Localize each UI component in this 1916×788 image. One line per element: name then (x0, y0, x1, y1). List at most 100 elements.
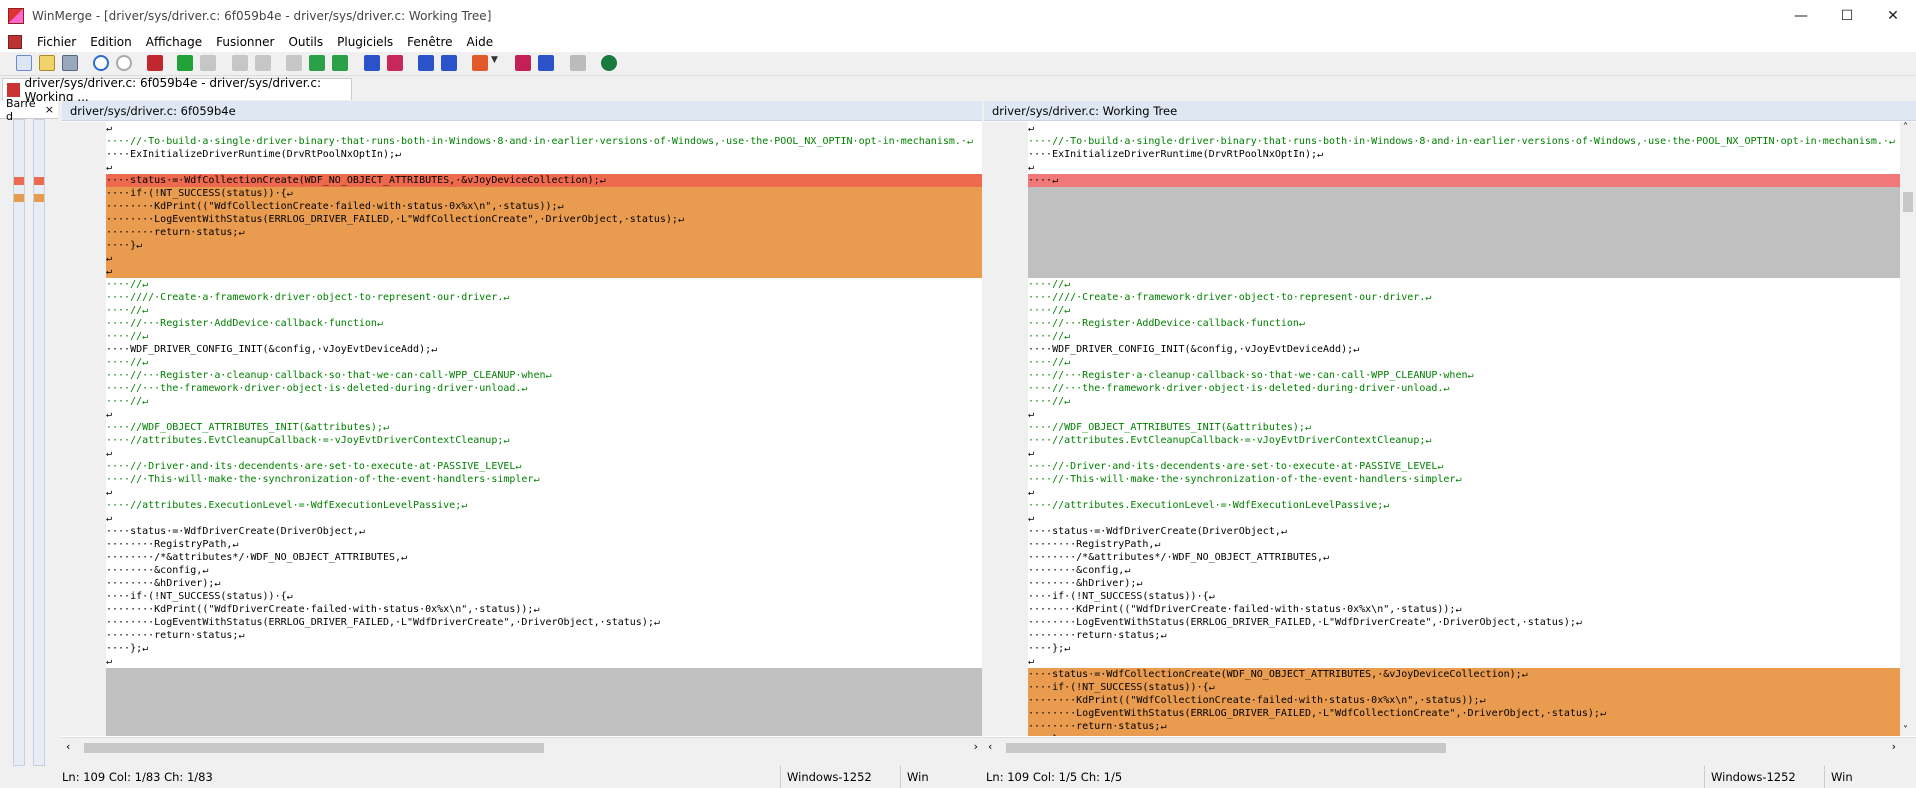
prev-conflict-icon[interactable] (332, 55, 348, 71)
menu-plugiciels[interactable]: Plugiciels (330, 35, 400, 49)
left-code-line[interactable]: 131····//·Driver·and·its·decendents·are·… (106, 460, 982, 473)
tab-driver-compare[interactable]: driver/sys/driver.c: 6f059b4e - driver/s… (2, 76, 352, 104)
left-code-line[interactable]: 142········KdPrint(("WdfDriverCreate·fai… (106, 603, 982, 616)
redo-icon[interactable] (116, 55, 132, 71)
left-code-line[interactable]: 127↵ (106, 408, 982, 421)
left-horizontal-scrollbar[interactable]: ‹ › (62, 737, 982, 757)
left-code-line[interactable]: 134····//attributes.ExecutionLevel·=·Wdf… (106, 499, 982, 512)
scroll-up-icon[interactable]: ˄ (1903, 122, 1908, 133)
left-code-line[interactable] (106, 707, 982, 720)
right-code-line[interactable]: 135········KdPrint(("WdfDriverCreate·fai… (1028, 603, 1900, 616)
last-diff-icon[interactable] (286, 55, 302, 71)
right-code-line[interactable]: 136········LogEventWithStatus(ERRLOG_DRI… (1028, 616, 1900, 629)
right-code-line[interactable]: 129····status·=·WdfDriverCreate(DriverOb… (1028, 525, 1900, 538)
right-code-line[interactable]: 137········return·status;↵ (1028, 629, 1900, 642)
left-code-line[interactable]: 136····status·=·WdfDriverCreate(DriverOb… (106, 525, 982, 538)
left-code-line[interactable]: 120····//···Register·AddDevice·callback·… (106, 317, 982, 330)
left-code-line[interactable]: 144········return·status;↵ (106, 629, 982, 642)
menu-outils[interactable]: Outils (281, 35, 330, 49)
left-code-line[interactable] (106, 694, 982, 707)
right-code-line[interactable]: 141····if·(!NT_SUCCESS(status))·{↵ (1028, 681, 1900, 694)
all-left-icon[interactable] (515, 55, 531, 71)
right-code-line[interactable] (1028, 226, 1900, 239)
right-code-line[interactable]: 134····if·(!NT_SUCCESS(status))·{↵ (1028, 590, 1900, 603)
winmerge-app-icon[interactable] (8, 8, 24, 24)
save-icon[interactable] (62, 55, 78, 71)
open-icon[interactable] (39, 55, 55, 71)
close-button[interactable]: ✕ (1870, 0, 1916, 32)
left-editor[interactable]: 105↵106····//·To·build·a·single·driver·b… (62, 122, 982, 736)
minimize-button[interactable]: — (1778, 0, 1824, 32)
right-code-line[interactable]: 145····}↵ (1028, 733, 1900, 736)
right-code-line[interactable]: 121····//WDF_OBJECT_ATTRIBUTES_INIT(&att… (1028, 421, 1900, 434)
right-code-line[interactable]: 140····status·=·WdfCollectionCreate(WDF_… (1028, 668, 1900, 681)
right-code-line[interactable] (1028, 187, 1900, 200)
left-code-line[interactable]: 105↵ (106, 122, 982, 135)
scroll-left-icon[interactable]: ‹ (66, 740, 70, 753)
right-code-line[interactable] (1028, 213, 1900, 226)
copy-right-advance-icon[interactable] (418, 55, 434, 71)
left-code-line[interactable]: 125····//···the·framework·driver·object·… (106, 382, 982, 395)
left-code-line[interactable] (106, 668, 982, 681)
right-code-line[interactable]: 110····//↵ (1028, 278, 1900, 291)
right-code-line[interactable]: 130········RegistryPath,↵ (1028, 538, 1900, 551)
copy-left-advance-icon[interactable] (441, 55, 457, 71)
right-code-line[interactable] (1028, 239, 1900, 252)
right-code-line[interactable]: 124····//·Driver·and·its·decendents·are·… (1028, 460, 1900, 473)
left-code-line[interactable]: 118····////·Create·a·framework·driver·ob… (106, 291, 982, 304)
right-code-line[interactable]: 139↵ (1028, 655, 1900, 668)
dropdown-arrow-icon[interactable]: ▼ (491, 55, 499, 71)
scroll-right-icon[interactable]: › (1892, 740, 1896, 753)
left-code-line[interactable]: 126····//↵ (106, 395, 982, 408)
right-code-line[interactable]: 105↵ (1028, 122, 1900, 135)
document-menu-icon[interactable] (8, 35, 22, 49)
left-code-line[interactable]: 139········&config,↵ (106, 564, 982, 577)
undo-icon[interactable] (93, 55, 109, 71)
right-code-line[interactable]: 126↵ (1028, 486, 1900, 499)
right-code-line[interactable]: 133········&hDriver);↵ (1028, 577, 1900, 590)
compare-icon[interactable] (570, 55, 586, 71)
left-code-line[interactable]: 116↵ (106, 265, 982, 278)
left-code-line[interactable]: 132····//·This·will·make·the·synchroniza… (106, 473, 982, 486)
scroll-left-icon[interactable]: ‹ (988, 740, 992, 753)
menu-affichage[interactable]: Affichage (139, 35, 209, 49)
left-code-line[interactable]: 138········/*&attributes*/·WDF_NO_OBJECT… (106, 551, 982, 564)
right-code-line[interactable]: 114····//↵ (1028, 330, 1900, 343)
vertical-scroll-thumb[interactable] (1903, 192, 1913, 212)
next-conflict-icon[interactable] (309, 55, 325, 71)
left-code-line[interactable]: 122····WDF_DRIVER_CONFIG_INIT(&config,·v… (106, 343, 982, 356)
left-code-line[interactable] (106, 720, 982, 733)
menu-fenetre[interactable]: Fenêtre (400, 35, 459, 49)
right-code-line[interactable]: 128↵ (1028, 512, 1900, 525)
maximize-button[interactable]: ☐ (1824, 0, 1870, 32)
right-code-line[interactable]: 127····//attributes.ExecutionLevel·=·Wdf… (1028, 499, 1900, 512)
menu-fusionner[interactable]: Fusionner (209, 35, 281, 49)
left-code-line[interactable]: 141····if·(!NT_SUCCESS(status))·{↵ (106, 590, 982, 603)
right-code-line[interactable]: 125····//·This·will·make·the·synchroniza… (1028, 473, 1900, 486)
right-code-line[interactable]: 131········/*&attributes*/·WDF_NO_OBJECT… (1028, 551, 1900, 564)
left-code-line[interactable]: 115↵ (106, 252, 982, 265)
right-code-area[interactable]: 105↵106····//·To·build·a·single·driver·b… (1028, 122, 1900, 736)
right-editor[interactable]: 105↵106····//·To·build·a·single·driver·b… (984, 122, 1900, 736)
left-code-line[interactable]: 107····ExInitializeDriverRuntime(DrvRtPo… (106, 148, 982, 161)
left-code-line[interactable]: 143········LogEventWithStatus(ERRLOG_DRI… (106, 616, 982, 629)
options-icon[interactable] (147, 55, 163, 71)
right-code-line[interactable] (1028, 252, 1900, 265)
right-code-line[interactable]: 144········return·status;↵ (1028, 720, 1900, 733)
left-code-line[interactable]: 133↵ (106, 486, 982, 499)
left-code-line[interactable]: 140········&hDriver);↵ (106, 577, 982, 590)
left-code-line[interactable]: 128····//WDF_OBJECT_ATTRIBUTES_INIT(&att… (106, 421, 982, 434)
first-diff-icon[interactable] (232, 55, 248, 71)
left-code-line[interactable]: 137········RegistryPath,↵ (106, 538, 982, 551)
menu-aide[interactable]: Aide (460, 35, 501, 49)
refresh-icon[interactable] (601, 55, 617, 71)
copy-right-icon[interactable] (364, 55, 380, 71)
new-icon[interactable] (16, 55, 32, 71)
left-code-line[interactable]: 112········LogEventWithStatus(ERRLOG_DRI… (106, 213, 982, 226)
left-code-line[interactable]: 146↵ (106, 655, 982, 668)
current-diff-icon[interactable] (255, 55, 271, 71)
prev-diff-icon[interactable] (200, 55, 216, 71)
next-diff-icon[interactable] (177, 55, 193, 71)
right-horizontal-scrollbar[interactable]: ‹ › (984, 737, 1916, 757)
right-code-line[interactable]: 116····//↵ (1028, 356, 1900, 369)
